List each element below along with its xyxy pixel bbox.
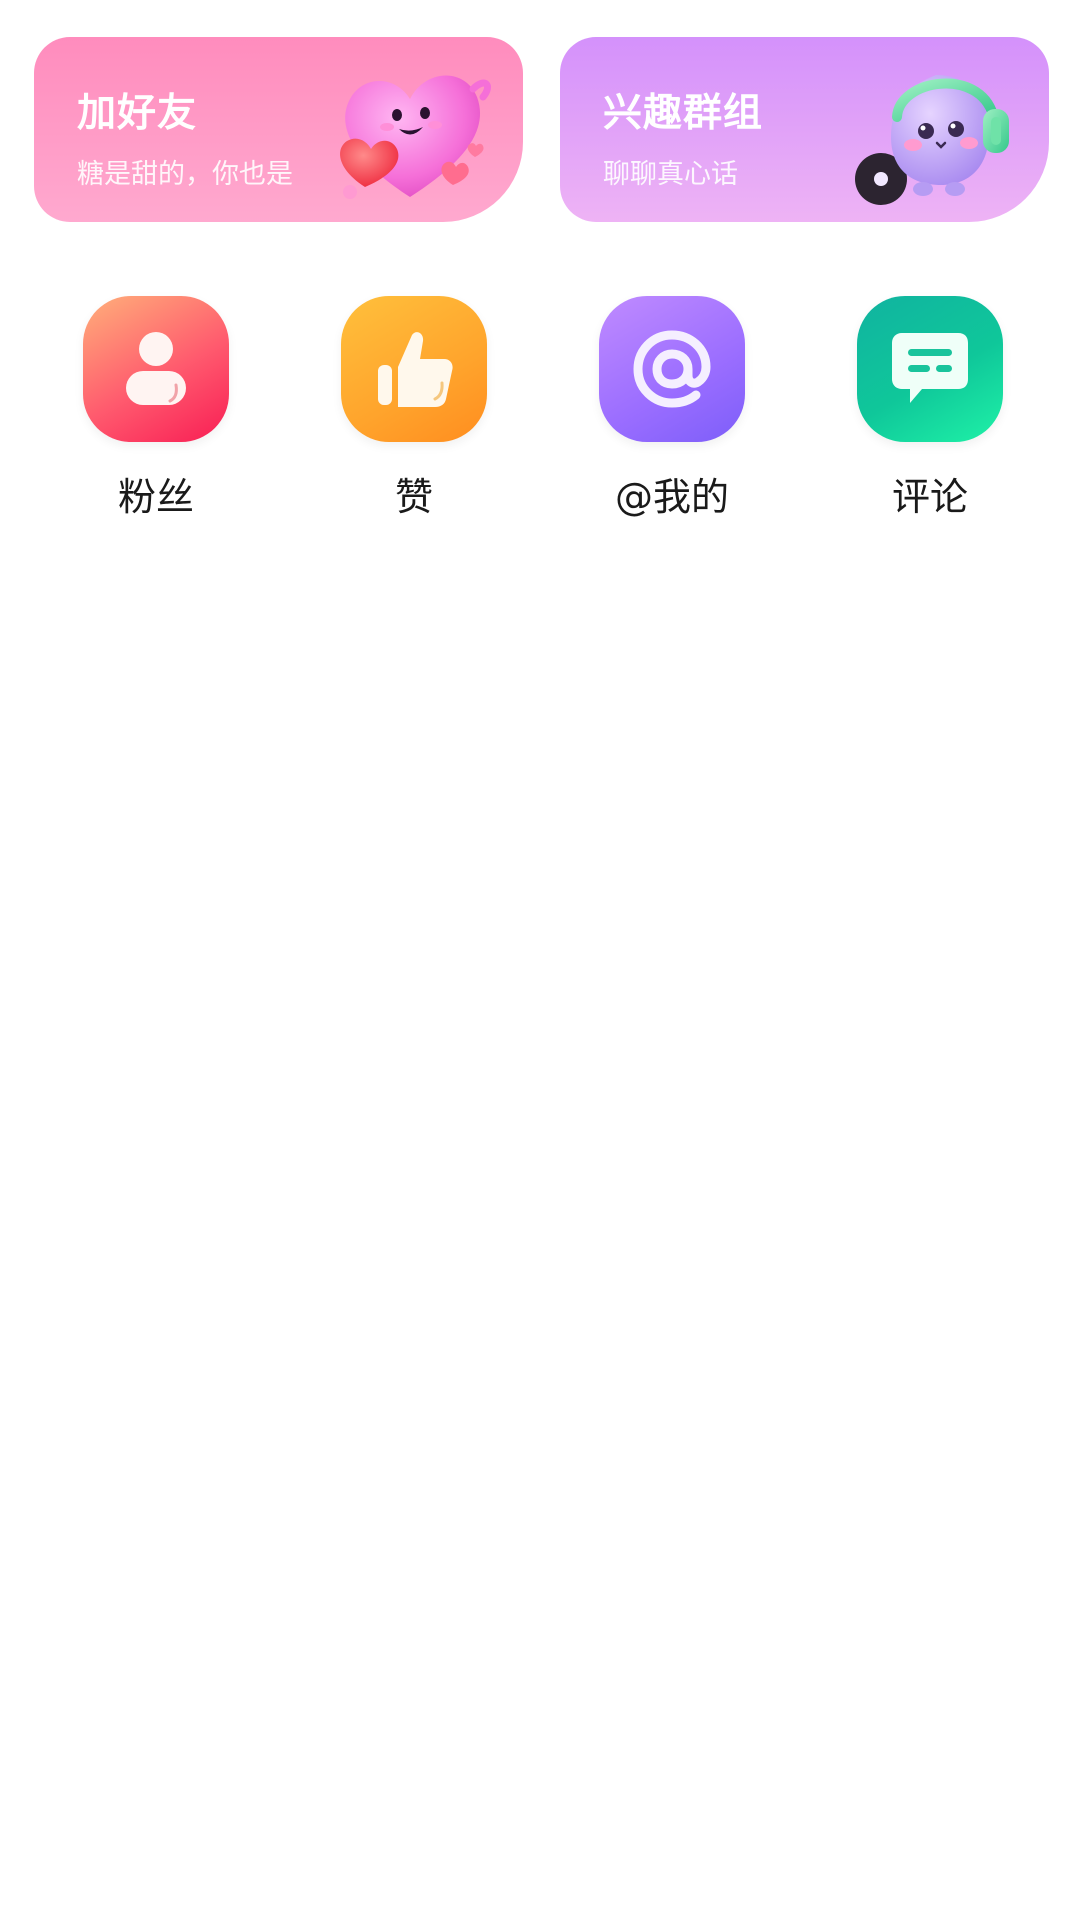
likes-label: 赞 xyxy=(394,475,433,519)
likes-entry[interactable]: 赞 xyxy=(314,296,514,519)
comments-icon-tile xyxy=(857,296,1003,442)
person-icon xyxy=(126,332,186,405)
add-friends-card[interactable]: 加好友 糖是甜的，你也是 xyxy=(34,37,523,222)
likes-icon-tile xyxy=(341,296,487,442)
comments-entry[interactable]: 评论 xyxy=(830,296,1030,519)
fans-icon-tile xyxy=(83,296,229,442)
mentions-icon-tile xyxy=(599,296,745,442)
thumbs-up-icon xyxy=(378,332,453,407)
mentions-entry[interactable]: @我的 xyxy=(572,296,772,519)
interest-groups-title: 兴趣群组 xyxy=(603,91,764,136)
headphone-mascot-icon xyxy=(855,75,1009,205)
heart-mascot-icon xyxy=(340,75,491,199)
comments-label: 评论 xyxy=(891,475,968,519)
fans-entry[interactable]: 粉丝 xyxy=(56,296,256,519)
fans-label: 粉丝 xyxy=(117,475,194,519)
add-friends-subtitle: 糖是甜的，你也是 xyxy=(77,159,293,190)
interest-groups-subtitle: 聊聊真心话 xyxy=(603,159,738,190)
add-friends-title: 加好友 xyxy=(77,91,198,136)
at-sign-icon xyxy=(633,330,711,408)
mentions-label: @我的 xyxy=(614,475,729,519)
messages-page: 加好友 糖是甜的，你也是 兴趣群组 聊聊真心话 粉丝 赞 @我的 评论 xyxy=(0,0,1080,1920)
promo-card-row: 加好友 糖是甜的，你也是 兴趣群组 聊聊真心话 xyxy=(34,37,1049,222)
interest-groups-card[interactable]: 兴趣群组 聊聊真心话 xyxy=(560,37,1049,222)
comment-bubble-icon xyxy=(892,333,968,403)
